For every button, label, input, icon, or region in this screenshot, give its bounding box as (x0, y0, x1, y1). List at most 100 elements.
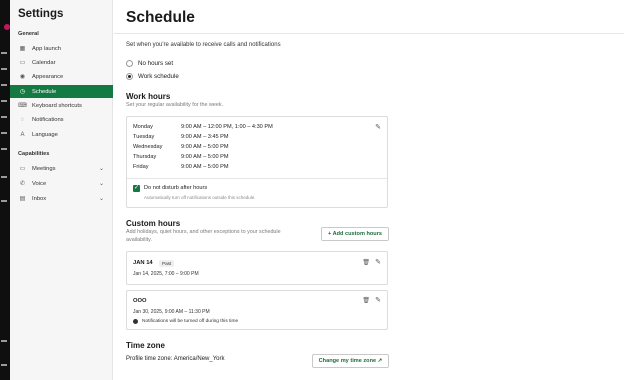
dnd-description: Automatically turn off notifications out… (144, 195, 256, 200)
radio-circle-selected (126, 73, 133, 80)
day-label: Friday (133, 164, 149, 170)
rail-icon[interactable] (1, 200, 7, 202)
entry-date: Jan 30, 2025, 9:00 AM – 11:30 PM (133, 309, 210, 315)
sidebar-item-inbox[interactable]: ▤ Inbox ⌄ (10, 192, 113, 205)
sidebar-section-capabilities: Capabilities (18, 151, 50, 157)
time-range: 9:00 AM – 3:45 PM (181, 134, 229, 140)
dnd-label: Do not disturb after hours (144, 185, 208, 191)
hours-row-wednesday: Wednesday 9:00 AM – 5:00 PM (133, 144, 229, 150)
page-subtitle: Set when you're available to receive cal… (126, 42, 281, 48)
work-hours-heading: Work hours (126, 92, 171, 101)
entry-title: OOO (133, 298, 147, 304)
sidebar-item-keyboard-shortcuts[interactable]: ⌨ Keyboard shortcuts (10, 99, 113, 112)
sidebar-item-label: Notifications (32, 116, 64, 123)
custom-hours-subtitle-line: availability. (126, 236, 152, 243)
sidebar-item-label: Appearance (32, 73, 64, 80)
pencil-icon[interactable]: ✎ (375, 296, 381, 304)
page-title: Schedule (126, 9, 195, 26)
radio-label: No hours set (138, 60, 174, 67)
rail-icon[interactable] (1, 84, 7, 86)
entry-note: Notifications will be turned off during … (133, 319, 238, 324)
moon-icon (133, 319, 138, 324)
chevron-down-icon: ⌄ (98, 166, 104, 172)
radio-label: Work schedule (138, 73, 179, 80)
day-label: Monday (133, 124, 153, 130)
sidebar-section-general: General (18, 31, 39, 37)
pencil-icon[interactable]: ✎ (375, 123, 381, 131)
radio-no-hours-set[interactable]: No hours set (126, 60, 173, 67)
hours-row-monday: Monday 9:00 AM – 12:00 PM, 1:00 – 4:30 P… (133, 124, 273, 130)
time-zone-heading: Time zone (126, 341, 165, 350)
radio-work-schedule[interactable]: Work schedule (126, 73, 179, 80)
custom-hours-entry: OOO Jan 30, 2025, 9:00 AM – 11:30 PM Not… (126, 290, 388, 330)
chevron-down-icon: ⌄ (98, 181, 104, 187)
rail-icon[interactable] (1, 116, 7, 118)
time-range: 9:00 AM – 5:00 PM (181, 154, 229, 160)
custom-hours-entry: JAN 14 Past Jan 14, 2025, 7:00 – 9:00 PM… (126, 251, 388, 285)
work-hours-card: Monday 9:00 AM – 12:00 PM, 1:00 – 4:30 P… (126, 116, 388, 208)
trash-icon[interactable]: 🗑 (362, 297, 370, 304)
pencil-icon[interactable]: ✎ (375, 258, 381, 266)
rail-icon[interactable] (1, 68, 7, 70)
change-time-zone-button[interactable]: Change my time zone ↗ (312, 354, 389, 368)
sidebar-item-app-launch[interactable]: ▦ App launch (10, 42, 113, 55)
trash-icon[interactable]: 🗑 (362, 259, 370, 266)
card-divider (127, 178, 387, 179)
time-range: 9:00 AM – 5:00 PM (181, 144, 229, 150)
day-label: Wednesday (133, 144, 163, 150)
calendar-icon: ▭ (19, 60, 26, 66)
language-icon: A (20, 131, 25, 138)
custom-hours-subtitle-line: Add holidays, quiet hours, and other exc… (126, 229, 281, 235)
sidebar-item-language[interactable]: A Language (10, 128, 113, 141)
sidebar-title: Settings (18, 8, 64, 20)
rail-icon[interactable] (1, 132, 7, 134)
grid-icon: ▦ (19, 46, 26, 52)
custom-hours-heading: Custom hours (126, 219, 181, 228)
entry-note-text: Notifications will be turned off during … (142, 319, 239, 324)
app-rail (0, 0, 10, 380)
past-badge: Past (159, 260, 175, 267)
rail-icon[interactable] (1, 176, 7, 178)
inbox-icon: ▤ (19, 196, 26, 202)
eye-icon: ◉ (19, 74, 26, 80)
sidebar-item-schedule[interactable]: ◷ Schedule (10, 85, 113, 98)
sidebar-item-label: Inbox (32, 195, 47, 202)
sidebar-item-label: App launch (32, 45, 62, 52)
work-hours-subtitle: Set your regular availability for the we… (126, 102, 224, 108)
rail-icon[interactable] (1, 148, 7, 150)
sidebar-item-calendar[interactable]: ▭ Calendar (10, 56, 113, 69)
bell-icon: ◌ (20, 116, 25, 123)
sidebar-item-meetings[interactable]: ▭ Meetings ⌄ (10, 162, 113, 175)
dnd-checkbox[interactable]: ✓ (133, 185, 140, 192)
sidebar-item-label: Calendar (32, 59, 56, 66)
time-range: 9:00 AM – 5:00 PM (181, 164, 229, 170)
rail-icon[interactable] (1, 340, 7, 342)
chevron-down-icon: ⌄ (98, 196, 104, 202)
sidebar-item-voice[interactable]: ✆ Voice ⌄ (10, 177, 113, 190)
rail-icon[interactable] (1, 100, 7, 102)
add-custom-hours-button[interactable]: + Add custom hours (321, 227, 389, 241)
time-range: 9:00 AM – 12:00 PM, 1:00 – 4:30 PM (181, 124, 273, 130)
day-label: Tuesday (133, 134, 155, 140)
sidebar-item-label: Voice (32, 180, 47, 187)
sidebar-item-label: Language (32, 131, 58, 138)
keyboard-icon: ⌨ (18, 103, 27, 109)
hours-row-tuesday: Tuesday 9:00 AM – 3:45 PM (133, 134, 229, 140)
rail-icon[interactable] (1, 364, 7, 366)
day-label: Thursday (133, 154, 157, 160)
time-zone-label: Profile time zone: America/New_York (126, 356, 225, 362)
entry-date: Jan 14, 2025, 7:00 – 9:00 PM (133, 271, 199, 277)
radio-circle (126, 60, 133, 67)
settings-sidebar: Settings General ▦ App launch ▭ Calendar… (10, 0, 113, 380)
hours-row-thursday: Thursday 9:00 AM – 5:00 PM (133, 154, 229, 160)
rail-icon[interactable] (1, 52, 7, 54)
sidebar-item-label: Keyboard shortcuts (32, 102, 82, 109)
sidebar-item-appearance[interactable]: ◉ Appearance (10, 70, 113, 83)
hours-row-friday: Friday 9:00 AM – 5:00 PM (133, 164, 229, 170)
header-divider (114, 33, 624, 34)
entry-title: JAN 14 (133, 260, 153, 266)
phone-icon: ✆ (19, 181, 26, 187)
sidebar-item-notifications[interactable]: ◌ Notifications (10, 113, 113, 126)
schedule-panel: Schedule Set when you're available to re… (114, 0, 624, 380)
sidebar-item-label: Schedule (32, 88, 57, 95)
